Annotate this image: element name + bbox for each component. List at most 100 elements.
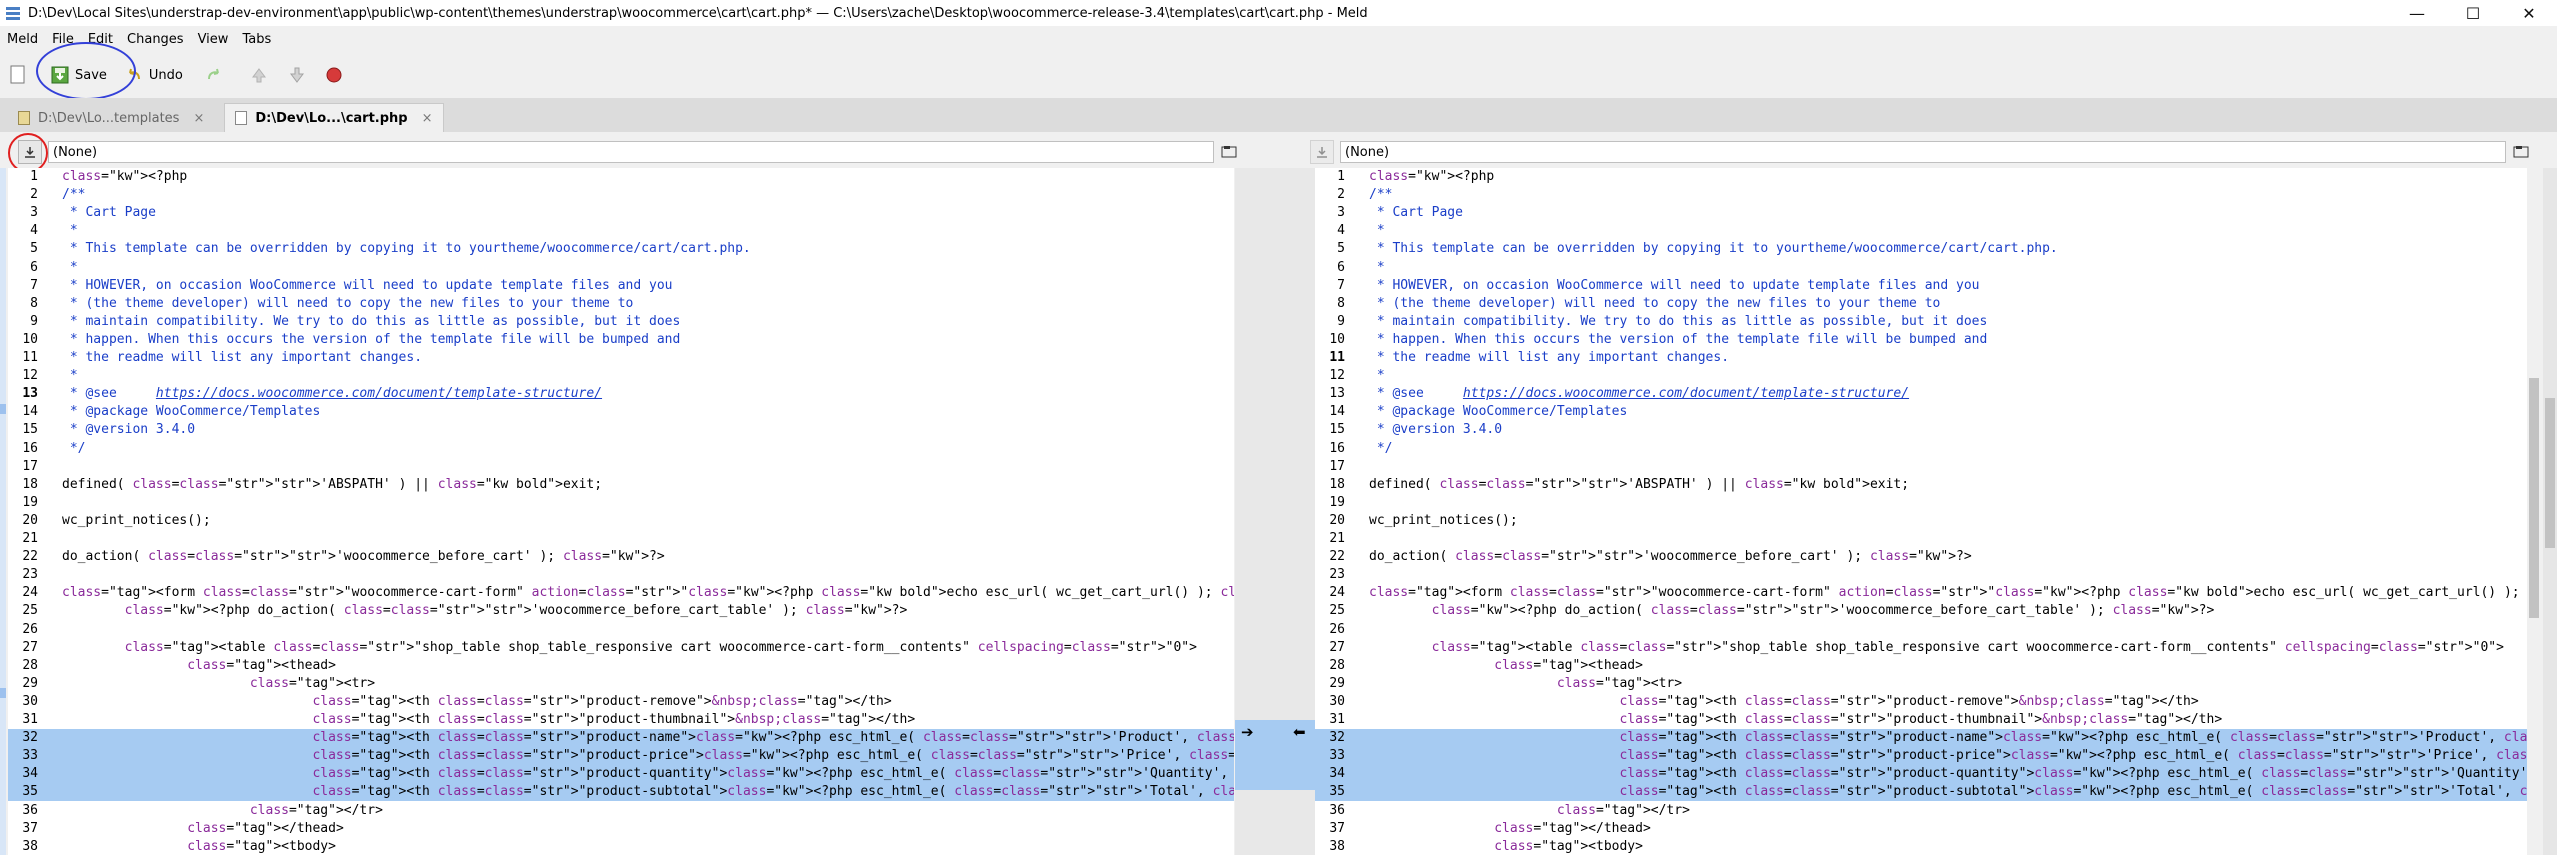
tab-templates[interactable]: D:\Dev\Lo...templates ×	[8, 104, 214, 132]
line-number: 13	[1329, 386, 1345, 402]
line-number: 19	[22, 494, 38, 510]
line-number: 27	[22, 639, 38, 655]
line-number: 29	[22, 675, 38, 691]
code-text: class="tag"><th class=class="str">"produ…	[312, 693, 892, 709]
close-tab-icon[interactable]: ×	[193, 111, 204, 126]
line-number: 10	[1329, 331, 1345, 347]
line-number: 38	[1329, 838, 1345, 854]
push-right-arrow-icon[interactable]: ➔	[1241, 723, 1254, 741]
meld-app-icon	[6, 6, 20, 20]
close-tab-icon[interactable]: ×	[422, 111, 433, 126]
right-editor[interactable]: 1 class="kw"><?php 2 /** 3 * Cart Page 4 * 5 *…	[1315, 168, 2527, 855]
line-number: 29	[1329, 675, 1345, 691]
code-text: */	[1369, 440, 1393, 456]
code-text: *	[1369, 368, 1385, 384]
right-save-icon[interactable]	[1310, 140, 1334, 164]
line-number: 2	[1337, 187, 1345, 203]
line-number: 34	[1329, 766, 1345, 782]
right-scrollbar[interactable]	[2527, 168, 2541, 855]
code-text: /**	[1369, 187, 1393, 203]
code-text: *	[62, 223, 78, 239]
arrow-down-icon	[289, 67, 304, 83]
outer-scrollbar[interactable]	[2543, 168, 2557, 855]
redo-button[interactable]	[200, 60, 230, 90]
line-number: 31	[22, 712, 38, 727]
stop-button[interactable]	[320, 60, 348, 90]
line-number: 36	[22, 802, 38, 818]
right-file-selector[interactable]: (None)	[1340, 141, 2506, 163]
left-editor[interactable]: 1 class="kw"><?php 2 /** 3 * Cart Page 4 * 5 *…	[8, 168, 1234, 855]
code-text: class="tag"><form class=class="str">"woo…	[62, 585, 1234, 601]
code-text: * HOWEVER, on occasion WooCommerce will …	[1369, 277, 1980, 293]
line-number: 1	[1337, 169, 1345, 184]
line-number: 6	[1337, 259, 1345, 275]
left-file-selector[interactable]: (None)	[48, 141, 1214, 163]
line-number: 8	[1337, 295, 1345, 311]
line-number: 2	[30, 187, 38, 203]
line-number: 28	[1329, 657, 1345, 673]
line-number: 35	[22, 784, 38, 800]
line-number: 5	[1337, 241, 1345, 257]
code-text: *	[62, 259, 78, 275]
line-number: 32	[22, 730, 38, 746]
scrollbar-thumb[interactable]	[2529, 378, 2539, 618]
minimize-button[interactable]: —	[2389, 0, 2445, 26]
tab-label: D:\Dev\Lo...\cart.php	[255, 110, 408, 126]
line-number: 4	[1337, 223, 1345, 239]
code-text: wc_print_notices();	[62, 512, 211, 528]
code-text: class="tag"><thead>	[1494, 657, 1643, 673]
code-text: class="tag"><th class=class="str">"produ…	[1619, 712, 2223, 727]
line-number: 23	[22, 567, 38, 583]
tab-bar: D:\Dev\Lo...templates × D:\Dev\Lo...\car…	[0, 98, 2557, 132]
code-text: class="tag"><th class=class="str">"produ…	[1619, 748, 2527, 764]
code-text: class="tag"><tr>	[1556, 675, 1683, 691]
line-number: 18	[22, 476, 38, 492]
code-text: class="tag"><th class=class="str">"produ…	[1619, 693, 2199, 709]
close-window-button[interactable]: ✕	[2501, 0, 2557, 26]
line-number: 36	[1329, 802, 1345, 818]
line-number: 22	[22, 549, 38, 565]
code-text: * (the theme developer) will need to cop…	[1369, 295, 1941, 311]
line-number: 20	[1329, 512, 1345, 528]
new-comparison-button[interactable]	[4, 60, 32, 90]
line-number: 19	[1329, 494, 1345, 510]
right-open-file-icon[interactable]	[2510, 141, 2532, 163]
previous-change-button[interactable]	[244, 60, 274, 90]
menu-meld[interactable]: Meld	[0, 32, 45, 47]
code-text: class="tag"><tbody>	[1494, 838, 1643, 854]
line-number: 9	[30, 313, 38, 329]
code-text: class="tag"></tr>	[249, 802, 383, 818]
line-number: 33	[1329, 748, 1345, 764]
code-text: * @see https://docs.woocommerce.com/docu…	[1369, 386, 1910, 402]
line-number: 18	[1329, 476, 1345, 492]
code-text: * happen. When this occurs the version o…	[62, 331, 681, 347]
line-number: 22	[1329, 549, 1345, 565]
code-text: class="tag"><th class=class="str">"produ…	[312, 784, 1234, 800]
line-number: 13	[22, 386, 38, 402]
code-text: * maintain compatibility. We try to do t…	[62, 313, 681, 329]
maximize-button[interactable]: ☐	[2445, 0, 2501, 26]
scrollbar-thumb[interactable]	[2545, 398, 2555, 548]
tab-cart-php[interactable]: D:\Dev\Lo...\cart.php ×	[224, 103, 444, 132]
new-document-icon	[10, 65, 25, 84]
line-number: 38	[22, 838, 38, 854]
menu-tabs[interactable]: Tabs	[235, 32, 278, 47]
push-left-arrow-icon[interactable]: ⬅	[1293, 723, 1306, 741]
menu-changes[interactable]: Changes	[120, 32, 191, 47]
line-number: 21	[22, 531, 38, 546]
line-number: 16	[22, 440, 38, 456]
code-text: * HOWEVER, on occasion WooCommerce will …	[62, 277, 673, 293]
code-text: * Cart Page	[62, 205, 156, 221]
left-overview-strip[interactable]	[0, 168, 6, 855]
code-text: defined( class=class="str">"str">'ABSPAT…	[1369, 476, 1910, 492]
left-open-file-icon[interactable]	[1218, 141, 1240, 163]
menu-view[interactable]: View	[191, 32, 236, 47]
line-number: 7	[30, 277, 38, 293]
code-text: * @version 3.4.0	[62, 422, 196, 438]
code-text: class="tag"><th class=class="str">"produ…	[312, 712, 916, 727]
title-bar: D:\Dev\Local Sites\understrap-dev-enviro…	[0, 0, 2557, 26]
menu-bar: Meld File Edit Changes View Tabs	[0, 26, 2557, 52]
next-change-button[interactable]	[282, 60, 312, 90]
redo-icon	[207, 68, 219, 80]
tab-label: D:\Dev\Lo...templates	[38, 110, 180, 126]
